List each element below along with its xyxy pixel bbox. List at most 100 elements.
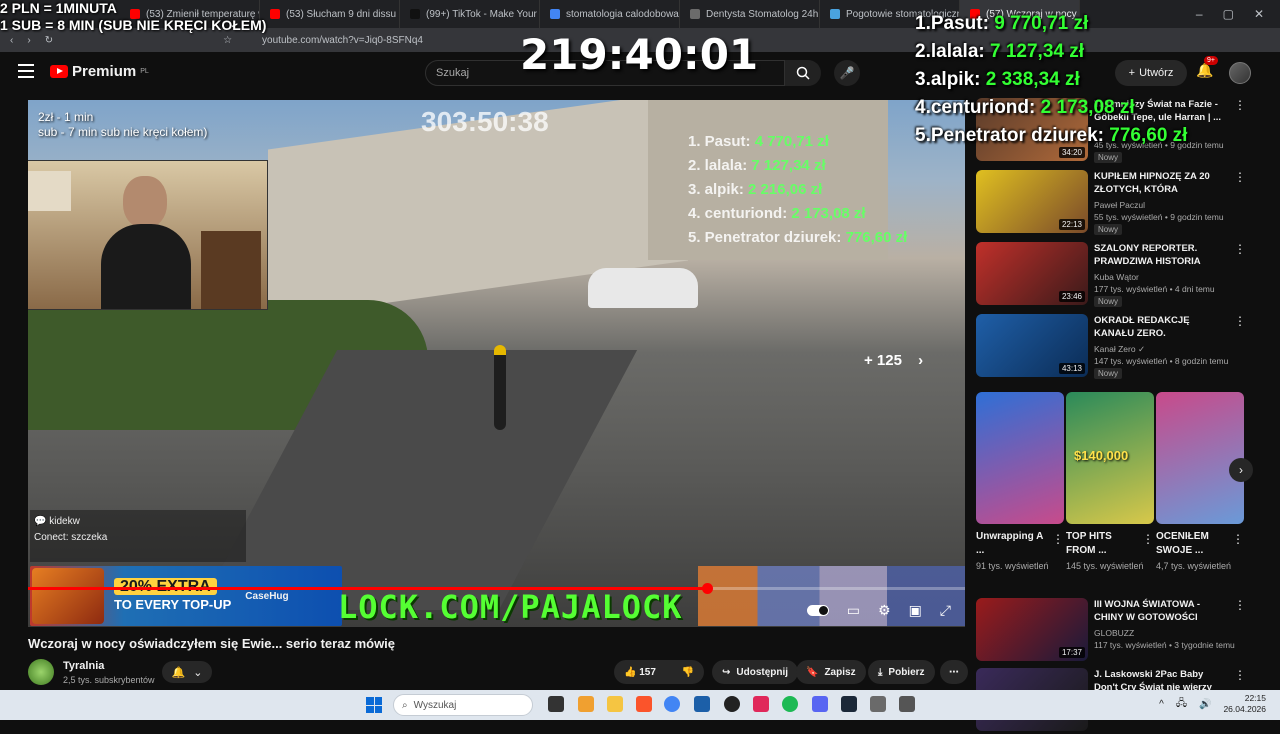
fullscreen-icon[interactable]: ⤢ [940,602,951,619]
short-card[interactable]: OCENIŁEM SWOJE ... 4,7 tys. wyświetleń ⋮ [1156,392,1244,573]
short-card[interactable]: Unwrapping A ... 91 tys. wyświetleń ⋮ [976,392,1064,573]
dislike-button[interactable]: 👎 [682,667,694,678]
taskbar-search-input[interactable]: ⌕ Wyszukaj [393,694,533,716]
video-thumbnail[interactable]: 17:37 [976,598,1088,661]
app-icon[interactable] [753,696,769,712]
short-title[interactable]: OCENIŁEM SWOJE ... [1156,530,1232,558]
recommended-video[interactable]: 23:46 SZALONY REPORTER. PRAWDZIWA HISTORI… [976,242,1256,308]
settings-gear-icon[interactable]: ⚙ [878,602,891,619]
reload-icon[interactable]: ↻ [45,35,53,46]
channel-name[interactable]: Tyralnia [63,660,104,672]
channel-avatar[interactable] [28,659,54,685]
youtube-logo[interactable]: Premium PL [50,63,149,80]
copilot-icon[interactable] [578,696,594,712]
browser-tab[interactable]: (53) Słucham 9 dni dissu na rai... [260,0,400,28]
volume-icon[interactable]: 🔊 [1199,699,1211,710]
minimize-icon[interactable]: – [1196,7,1203,21]
short-thumbnail[interactable] [976,392,1064,524]
task-view-icon[interactable] [548,696,564,712]
windows-taskbar: ⌕ Wyszukaj ^ 🖧 🔊 22:15 26.04.2026 [0,690,1280,720]
network-icon[interactable]: 🖧 [1176,696,1187,713]
more-vertical-icon[interactable]: ⋮ [1234,668,1246,682]
steam-icon[interactable] [841,696,857,712]
voice-search-button[interactable]: 🎤 [834,60,860,86]
account-avatar[interactable] [1229,62,1251,84]
short-thumbnail[interactable] [1156,392,1244,524]
chrome-icon[interactable] [664,696,680,712]
inner-lb-amount: 2 216,06 zł [748,181,823,198]
video-thumbnail[interactable]: 43:13 [976,314,1088,377]
share-button[interactable]: ↪ Udostępnij [712,660,799,684]
more-actions-button[interactable]: ⋯ [940,660,968,684]
more-vertical-icon[interactable]: ⋮ [1234,242,1246,256]
video-title[interactable]: SZALONY REPORTER. PRAWDZIWA HISTORIA [1094,242,1229,268]
more-vertical-icon[interactable]: ⋮ [1234,170,1246,184]
browser-tab[interactable]: Dentysta Stomatolog 24h War... [680,0,820,28]
download-button[interactable]: ⤓ Pobierz [868,660,935,684]
recommended-video[interactable]: 22:13 KUPIŁEM HIPNOZĘ ZA 20 ZŁOTYCH, KTÓR… [976,170,1256,236]
video-player[interactable]: 2zł - 1 min sub - 7 min sub nie kręci ko… [28,100,965,627]
leaderboard-entry: 2.lalala: 7 127,34 zł [915,38,1187,66]
hamburger-menu-icon[interactable] [18,64,34,78]
close-window-icon[interactable]: ✕ [1254,7,1264,21]
calculator-icon[interactable] [899,696,915,712]
more-vertical-icon[interactable]: ⋮ [1232,532,1244,546]
theater-mode-icon[interactable]: ▣ [909,602,922,619]
subtitles-icon[interactable]: ▭ [847,602,860,619]
clock[interactable]: 22:15 26.04.2026 [1223,693,1266,715]
brave-browser-icon[interactable] [636,696,652,712]
recommended-video[interactable]: 17:37 III WOJNA ŚWIATOWA - CHINY W GOTOWO… [976,598,1256,664]
obs-icon[interactable] [724,696,740,712]
save-button[interactable]: 🔖 Zapisz [796,660,866,684]
video-channel[interactable]: Paweł Paczul [1094,200,1145,210]
recommended-video[interactable]: 43:13 OKRADŁ REDAKCJĘ KANAŁU ZERO. ILUZJO… [976,314,1256,380]
spotify-icon[interactable] [782,696,798,712]
short-title[interactable]: TOP HITS FROM ... [1066,530,1142,558]
more-photos-counter[interactable]: + 125 › [864,352,923,369]
more-vertical-icon[interactable]: ⋮ [1052,532,1064,546]
video-title[interactable]: KUPIŁEM HIPNOZĘ ZA 20 ZŁOTYCH, KTÓRA PRZ… [1094,170,1229,197]
progress-fill [28,587,708,590]
video-thumbnail[interactable]: 22:13 [976,170,1088,233]
windows-start-icon[interactable] [366,697,382,713]
short-title[interactable]: Unwrapping A ... [976,530,1052,558]
autoplay-toggle[interactable] [806,605,829,616]
like-button[interactable]: 👍 157 [624,667,656,678]
inner-leaderboard-entry: 5. Penetrator dziurek: 776,60 zł [688,229,908,246]
shorts-next-button[interactable]: › [1229,458,1253,482]
video-title[interactable]: III WOJNA ŚWIATOWA - CHINY W GOTOWOŚCI [1094,598,1229,624]
discord-icon[interactable] [812,696,828,712]
subscription-bell-button[interactable]: 🔔 ⌄ [162,661,212,683]
search-button[interactable] [785,60,821,86]
video-channel[interactable]: GLOBUZZ [1094,628,1134,638]
share-label: Udostępnij [736,666,789,678]
tray-chevron-icon[interactable]: ^ [1159,699,1164,710]
video-progress-bar[interactable] [28,583,965,594]
bollard [494,345,506,430]
player-controls: ▭ ⚙ ▣ ⤢ [806,602,951,619]
video-thumbnail[interactable]: 23:46 [976,242,1088,305]
forward-icon[interactable]: › [27,35,30,46]
tab-label: (53) Słucham 9 dni dissu na rai... [286,8,399,20]
back-icon[interactable]: ‹ [10,35,13,46]
more-vertical-icon[interactable]: ⋮ [1234,598,1246,612]
video-channel[interactable]: Kanał Zero ✓ [1094,344,1145,355]
browser-tab[interactable]: stomatologia calodobowa - Go... [540,0,680,28]
short-thumbnail[interactable]: $140,000 [1066,392,1154,524]
video-title[interactable]: OKRADŁ REDAKCJĘ KANAŁU ZERO. ILUZJONISTA… [1094,314,1229,341]
short-card[interactable]: $140,000 TOP HITS FROM ... 145 tys. wyświe… [1066,392,1154,573]
more-vertical-icon[interactable]: ⋮ [1142,532,1154,546]
settings-app-icon[interactable] [870,696,886,712]
store-icon[interactable] [694,696,710,712]
browser-tab[interactable]: (99+) TikTok - Make Your Day [400,0,540,28]
rate-line1: 2 PLN = 1MINUTA [0,0,117,16]
maximize-icon[interactable]: ▢ [1223,7,1234,21]
more-vertical-icon[interactable]: ⋮ [1234,98,1246,112]
webcam-chair [201,231,261,309]
more-vertical-icon[interactable]: ⋮ [1234,314,1246,328]
url-field[interactable]: youtube.com/watch?v=Jiq0-8SFNq4 [262,35,423,46]
file-explorer-icon[interactable] [607,696,623,712]
bookmark-icon[interactable]: ☆ [223,35,232,46]
video-channel[interactable]: Kuba Wątor [1094,272,1139,282]
stream-rate-info: 2zł - 1 min sub - 7 min sub nie kręci ko… [28,104,217,146]
